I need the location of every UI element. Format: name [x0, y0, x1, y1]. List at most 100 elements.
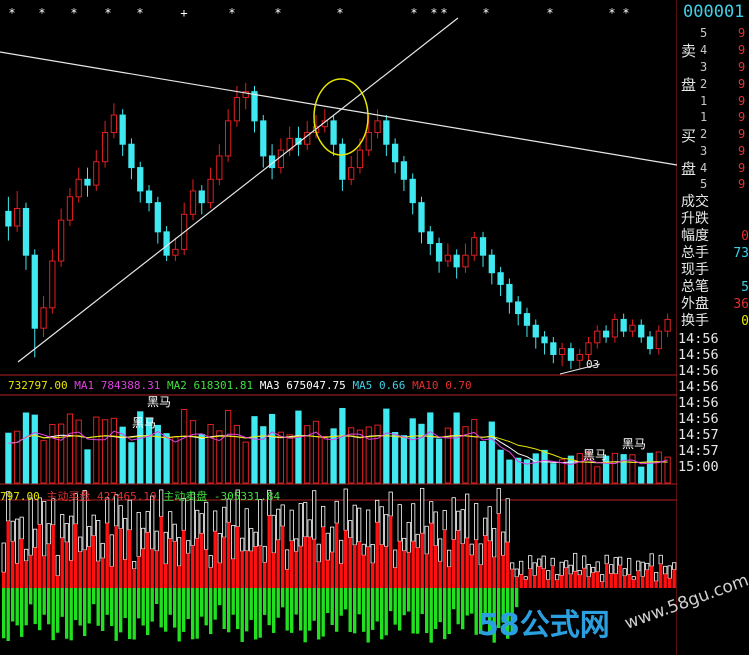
- volume-bar: [418, 423, 425, 484]
- heima-label-4: 黑马: [622, 437, 646, 451]
- candle-body: [22, 207, 30, 256]
- flow-buy-bar: [371, 563, 375, 588]
- time-2: 14:56: [678, 347, 719, 363]
- candle-body: [101, 132, 109, 163]
- flow-buy-outline: [240, 537, 245, 552]
- flow-buy-bar: [222, 537, 226, 588]
- flow-sell-bar: [281, 588, 285, 608]
- flow-sell-bar: [452, 588, 456, 610]
- flow-buy-bar: [281, 526, 285, 588]
- top-markers: * * * * * + * * * * * * * * * *: [8, 6, 629, 20]
- flow-buy-bar: [308, 537, 312, 588]
- flow-buy-bar: [249, 551, 253, 588]
- flow-buy-bar: [380, 544, 384, 588]
- flow-buy-outline: [465, 493, 470, 539]
- flow-buy-bar: [357, 541, 361, 588]
- candle-body: [260, 120, 267, 157]
- volume-bar: [391, 431, 399, 484]
- flow-buy-outline: [33, 528, 38, 548]
- volume-legend: 732797.00 MA1 784388.31 MA2 618301.81 MA…: [8, 379, 472, 392]
- flow-buy-outline: [276, 508, 281, 541]
- flow-buy-bar: [672, 569, 676, 588]
- flow-buy-bar: [69, 560, 73, 588]
- flow-buy-bar: [173, 541, 177, 588]
- flow-buy-bar: [569, 574, 573, 588]
- flow-sell-bar: [218, 588, 222, 606]
- flow-buy-bar: [641, 576, 645, 588]
- flow-sell-bar: [384, 588, 388, 636]
- flow-buy-bar: [474, 539, 478, 588]
- candle-body: [365, 132, 372, 151]
- candle-body: [330, 120, 337, 145]
- volume-bar: [594, 466, 601, 484]
- flow-buy-bar: [506, 542, 510, 588]
- flow-buy-bar: [542, 568, 546, 588]
- flow-buy-outline: [402, 537, 407, 552]
- flow-buy-outline: [393, 549, 398, 568]
- flow-buy-outline: [15, 518, 20, 564]
- flow-sell-bar: [78, 588, 82, 626]
- flow-buy-outline: [528, 555, 533, 570]
- watermark-logo: 58公式网: [478, 608, 610, 643]
- flow-buy-bar: [191, 545, 195, 588]
- flow-sell-bar: [344, 588, 348, 610]
- candle-body: [532, 324, 539, 338]
- flow-buy-bar: [20, 538, 24, 588]
- flow-buy-outline: [667, 565, 672, 579]
- candle-body: [462, 254, 469, 268]
- flow-buy-outline: [609, 564, 614, 574]
- flow-buy-outline: [343, 488, 348, 531]
- volume-bar: [260, 426, 267, 484]
- top-marker: *: [136, 6, 143, 20]
- active-buy-label: 主动买盘: [46, 490, 91, 503]
- top-marker: *: [228, 6, 235, 20]
- top-marker: *: [410, 6, 417, 20]
- flow-buy-outline: [438, 538, 443, 562]
- candle-body: [154, 202, 161, 233]
- candle-body: [391, 143, 399, 163]
- volume-bar: [620, 454, 627, 484]
- flow-buy-bar: [398, 541, 402, 588]
- active-buy-value: 427465.19: [97, 490, 157, 503]
- flow-buy-outline: [78, 536, 83, 553]
- flow-buy-outline: [640, 561, 645, 577]
- flow-buy-outline: [271, 514, 276, 554]
- flow-buy-outline: [132, 560, 137, 570]
- candle-body: [611, 318, 619, 338]
- flow-buy-bar: [182, 530, 186, 588]
- flow-sell-bar: [222, 588, 226, 630]
- flow-buy-outline: [568, 564, 573, 575]
- candle-body: [655, 330, 662, 350]
- flow-sell-bar: [195, 588, 199, 639]
- flow-sell-bar: [416, 588, 420, 634]
- flow-buy-bar: [573, 571, 577, 588]
- flow-buy-bar: [317, 561, 321, 588]
- candle-body: [128, 143, 135, 169]
- candle-body: [400, 161, 408, 180]
- flow-buy-outline: [519, 560, 524, 575]
- flow-buy-bar: [609, 573, 613, 588]
- trend-lines: [0, 17, 678, 375]
- flow-buy-bar: [560, 575, 564, 588]
- flow-buy-bar: [114, 525, 118, 588]
- flow-buy-outline: [622, 568, 627, 577]
- flow-buy-bar: [447, 566, 451, 588]
- flow-buy-bar: [245, 550, 249, 588]
- flow-buy-outline: [262, 545, 267, 563]
- flow-sell-bar: [150, 588, 154, 622]
- candle-body: [198, 190, 205, 204]
- flow-sell-bar: [236, 588, 240, 630]
- volume-bar: [101, 419, 109, 484]
- flow-sell-bar: [326, 588, 330, 614]
- flow-sell-bar: [258, 588, 262, 638]
- flow-sell-bar: [60, 588, 64, 617]
- flow-buy-bar: [420, 533, 424, 588]
- buy-price-4: 9: [738, 161, 746, 175]
- flow-buy-outline: [46, 523, 51, 545]
- flow-buy-outline: [613, 557, 618, 575]
- volume-bar: [435, 438, 443, 484]
- flow-sell-bar: [348, 588, 352, 633]
- flow-buy-bar: [155, 550, 159, 588]
- volume-bar: [198, 433, 205, 484]
- top-marker: *: [8, 6, 15, 20]
